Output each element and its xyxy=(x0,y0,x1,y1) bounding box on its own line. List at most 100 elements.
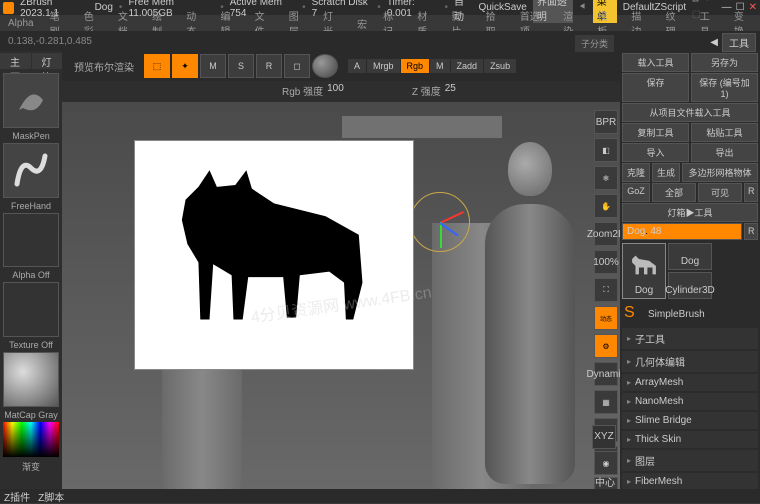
cursor-coords: 0.138,-0.281,0.485 xyxy=(4,36,92,47)
goz-r-button[interactable]: R xyxy=(744,183,758,202)
fit-button[interactable]: ⛶ xyxy=(594,278,618,302)
mode-m[interactable]: M xyxy=(430,59,450,73)
generate-button[interactable]: 生成 xyxy=(652,163,680,182)
edit-mode-button[interactable]: ⬚ xyxy=(144,54,170,78)
brush-slot-freehand[interactable] xyxy=(3,143,59,198)
zoom-percent[interactable]: 100% xyxy=(594,250,618,274)
tool-palette-header[interactable]: 工具 xyxy=(722,33,756,52)
mode-zadd[interactable]: Zadd xyxy=(451,59,484,73)
bpr-button[interactable]: BPR xyxy=(594,110,618,134)
section-slimebridge[interactable]: ▸Slime Bridge xyxy=(622,412,758,429)
menu-macro[interactable]: 宏 xyxy=(357,16,367,31)
clone-button[interactable]: 克隆 xyxy=(622,163,650,182)
viewport[interactable]: 4分贝资源网 www.4FB.cn BPR ◧ ❄ ✋ Zoom2D 100% … xyxy=(62,102,620,503)
section-fibermesh[interactable]: ▸FiberMesh xyxy=(622,473,758,490)
tool-thumb-cylinder[interactable]: Cylinder3D xyxy=(668,272,712,299)
rotate-mode-button[interactable]: R xyxy=(256,54,282,78)
move-mode-button[interactable]: M xyxy=(200,54,226,78)
section-layers[interactable]: ▸图层 xyxy=(622,450,758,471)
app-logo-icon xyxy=(3,2,14,14)
goz-all-button[interactable]: 全部 xyxy=(652,183,696,202)
tab-main[interactable]: 主页 xyxy=(0,53,31,69)
tool-palette: 载入工具另存为 保存保存 (编号加 1) 从项目文件载入工具 复制工具粘贴工具 … xyxy=(620,51,760,503)
lightbox-tool-button[interactable]: 灯箱▶工具 xyxy=(622,203,758,222)
export-button[interactable]: 导出 xyxy=(691,143,758,162)
center-area: 预览布尔渲染 ⬚ ✦ M S R ◻ A Mrgb Rgb M Zadd Zsu… xyxy=(62,51,620,503)
save-numbered-button[interactable]: 保存 (编号加 1) xyxy=(691,73,758,102)
color-picker[interactable] xyxy=(3,422,59,457)
perspective-button[interactable]: ◉ xyxy=(594,451,618,475)
axis-label[interactable]: XYZ xyxy=(592,425,616,449)
left-shelf: 主页 灯箱 MaskPen FreeHand Alpha Off Texture… xyxy=(0,51,62,503)
z-intensity-label: Z 强度 xyxy=(412,83,441,98)
dog-thumb-icon xyxy=(627,248,661,282)
save-button[interactable]: 保存 xyxy=(622,73,689,102)
tool-thumb-dog[interactable]: Dog xyxy=(622,243,666,299)
brush-label: MaskPen xyxy=(12,131,50,141)
section-nanomesh[interactable]: ▸NanoMesh xyxy=(622,393,758,410)
simple-brush-label: SimpleBrush xyxy=(648,309,705,320)
gradient-label: 渐变 xyxy=(22,460,40,473)
draw-mode-button[interactable]: ✦ xyxy=(172,54,198,78)
mode-mrgb[interactable]: Mrgb xyxy=(367,59,400,73)
reference-view-titlebar[interactable] xyxy=(342,116,502,138)
import-button[interactable]: 导入 xyxy=(622,143,689,162)
section-thickskin[interactable]: ▸Thick Skin xyxy=(622,431,758,448)
corner-tab[interactable]: 子分类 xyxy=(575,35,614,52)
brush-slot-maskpen[interactable] xyxy=(3,73,59,128)
goz-visible-button[interactable]: 可见 xyxy=(698,183,742,202)
top-toolbar: 预览布尔渲染 ⬚ ✦ M S R ◻ A Mrgb Rgb M Zadd Zsu… xyxy=(62,51,620,81)
mode-rgb[interactable]: Rgb xyxy=(401,59,430,73)
simple-brush-row[interactable]: S SimpleBrush xyxy=(622,302,758,326)
alpha-label: Alpha Off xyxy=(12,270,49,280)
dynamic-button[interactable]: 动态 xyxy=(594,306,618,330)
subdiv-button[interactable]: ◧ xyxy=(594,138,618,162)
zscript-menu[interactable]: Z脚本 xyxy=(38,489,64,504)
current-tool-name[interactable]: Dog. 48 xyxy=(622,223,742,240)
brush-label: FreeHand xyxy=(11,201,51,211)
freeze-button[interactable]: ❄ xyxy=(594,166,618,190)
panel-collapse-icon[interactable]: ◀ xyxy=(710,37,718,48)
menu-bar: Alpha 笔刷 色彩 文档 绘制 动态 编辑 文件 图层 灯光 宏 标记 材质… xyxy=(0,15,760,31)
preview-bool-render[interactable]: 预览布尔渲染 xyxy=(66,59,142,74)
tool-thumb-dog-small[interactable]: Dog xyxy=(668,243,712,270)
viewport-side-buttons: BPR ◧ ❄ ✋ Zoom2D 100% ⛶ 动态 ⚙ Dynamic ▦ 🔒… xyxy=(594,110,618,470)
save-as-button[interactable]: 另存为 xyxy=(691,53,758,72)
polyframe-button[interactable]: ▦ xyxy=(594,390,618,414)
minimize-button[interactable]: — xyxy=(722,2,732,13)
z-intensity-value[interactable]: 25 xyxy=(445,83,456,98)
extra-button[interactable]: ◻ xyxy=(284,54,310,78)
section-arraymesh[interactable]: ▸ArrayMesh xyxy=(622,374,758,391)
chevron-right-icon: ▸ xyxy=(627,334,631,343)
human-reference-model xyxy=(470,142,590,503)
load-tool-button[interactable]: 载入工具 xyxy=(622,53,689,72)
section-geometry[interactable]: ▸几何体编辑 xyxy=(622,351,758,372)
material-preview-icon[interactable] xyxy=(312,54,338,78)
polymesh-button[interactable]: 多边形网格物体 xyxy=(682,163,758,182)
texture-label: Texture Off xyxy=(9,340,53,350)
mode-zsub[interactable]: Zsub xyxy=(484,59,516,73)
copy-tool-button[interactable]: 复制工具 xyxy=(622,123,689,142)
tool-r-button[interactable]: R xyxy=(744,223,758,240)
paste-tool-button[interactable]: 粘贴工具 xyxy=(691,123,758,142)
tab-lightbox[interactable]: 灯箱 xyxy=(32,53,63,69)
reference-image-panel[interactable] xyxy=(134,140,414,370)
texture-slot[interactable] xyxy=(3,282,59,337)
mode-a[interactable]: A xyxy=(348,59,366,73)
load-from-project-button[interactable]: 从项目文件载入工具 xyxy=(622,103,758,122)
material-slot[interactable] xyxy=(3,352,59,407)
dynamesh-button[interactable]: Dynamic xyxy=(594,362,618,386)
hand-icon[interactable]: ✋ xyxy=(594,194,618,218)
alpha-slot[interactable] xyxy=(3,213,59,268)
rgb-intensity-value[interactable]: 100 xyxy=(327,83,344,98)
zoom-button[interactable]: Zoom2D xyxy=(594,222,618,246)
zplugin-menu[interactable]: Z插件 xyxy=(4,489,30,504)
section-subtool[interactable]: ▸子工具 xyxy=(622,328,758,349)
simple-brush-icon: S xyxy=(624,304,644,324)
footer-bar: Z插件 Z脚本 xyxy=(0,489,760,503)
menu-alpha[interactable]: Alpha xyxy=(8,18,34,29)
rgb-intensity-label: Rgb 强度 xyxy=(282,83,323,98)
sculptris-button[interactable]: ⚙ xyxy=(594,334,618,358)
scale-mode-button[interactable]: S xyxy=(228,54,254,78)
goz-button[interactable]: GoZ xyxy=(622,183,650,202)
